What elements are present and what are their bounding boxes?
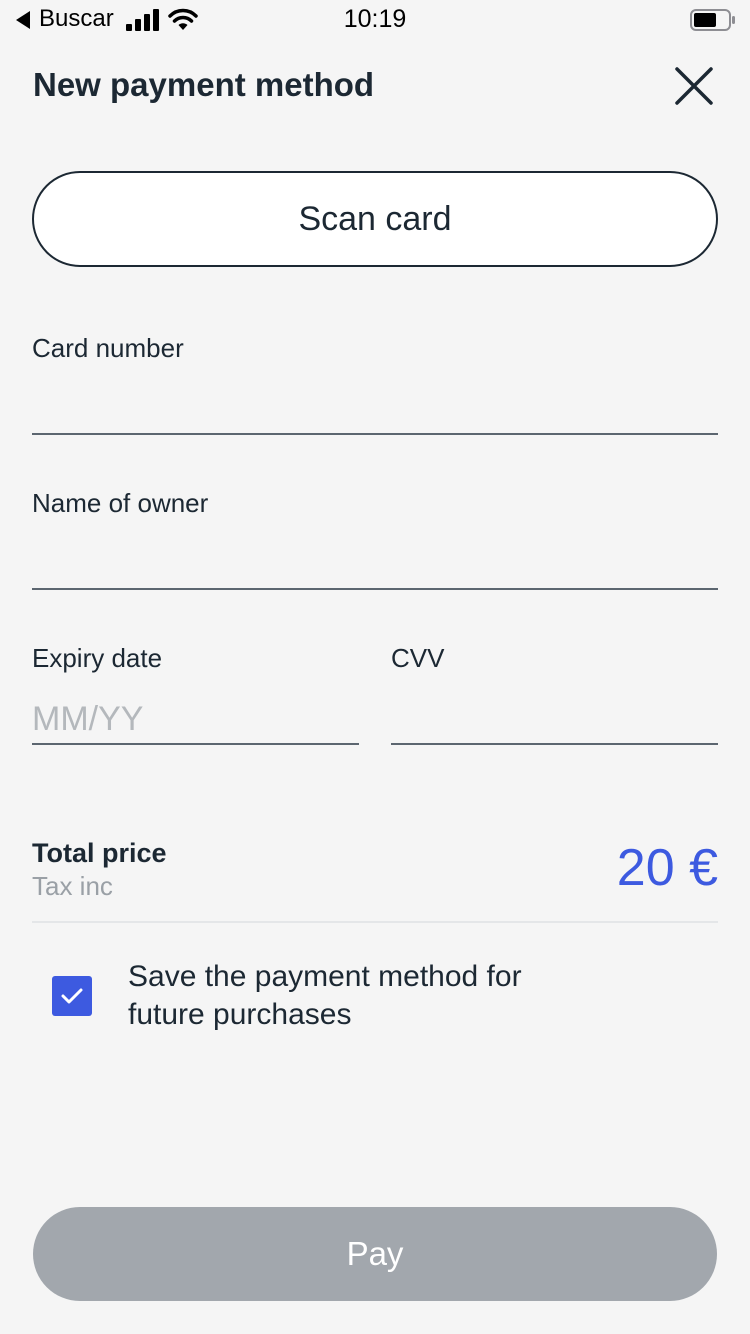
total-price-label: Total price (32, 838, 167, 868)
status-time: 10:19 (343, 5, 407, 33)
card-number-label: Card number (32, 333, 184, 363)
total-price-value: 20 € (616, 839, 718, 897)
divider (32, 921, 718, 923)
save-method-checkbox[interactable] (52, 976, 92, 1016)
cvv-label: CVV (391, 643, 445, 673)
save-method-label[interactable]: Save the payment method for future purch… (128, 958, 588, 1034)
cvv-input[interactable] (391, 695, 718, 745)
expiry-date-input[interactable] (32, 695, 359, 745)
owner-name-field: Name of owner (32, 488, 718, 592)
owner-name-input[interactable] (32, 540, 718, 590)
card-number-field: Card number (32, 333, 718, 437)
battery-icon (690, 9, 735, 31)
tax-included-note: Tax inc (32, 871, 113, 901)
close-icon (675, 67, 713, 105)
card-number-input[interactable] (32, 385, 718, 435)
owner-name-label: Name of owner (32, 488, 209, 518)
payment-screen: Buscar 10:19 New payment method Scan car… (0, 0, 750, 1334)
close-button[interactable] (672, 64, 716, 108)
pay-button[interactable]: Pay (33, 1207, 717, 1301)
status-bar: Buscar 10:19 (0, 0, 750, 40)
checkmark-icon (61, 988, 83, 1004)
cvv-field: CVV (391, 643, 718, 747)
expiry-date-label: Expiry date (32, 643, 163, 673)
page-title: New payment method (33, 66, 375, 103)
scan-card-button[interactable]: Scan card (32, 171, 718, 267)
expiry-date-field: Expiry date (32, 643, 359, 747)
